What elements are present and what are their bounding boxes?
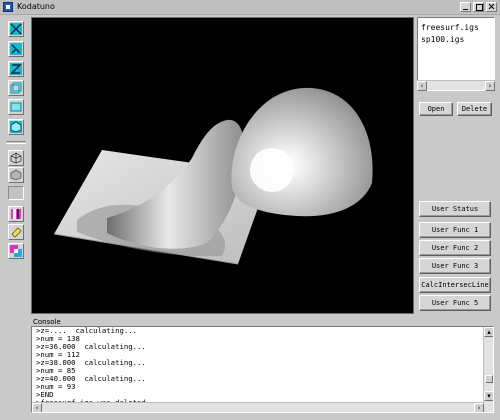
user-func-5-button[interactable]: User Func 5 [419, 295, 491, 311]
user-func-2-button[interactable]: User Func 2 [419, 240, 491, 256]
console-vertical-scrollbar[interactable]: ▴ ▾ [483, 327, 493, 412]
left-toolbar [5, 17, 27, 319]
file-list-item[interactable]: freesurf.igs [421, 23, 479, 32]
wireframe-icon[interactable] [8, 150, 24, 166]
open-button[interactable]: Open [419, 102, 453, 116]
toolbar-divider [6, 141, 26, 144]
shading-icon[interactable] [8, 167, 24, 183]
scroll-left-icon[interactable]: ‹ [417, 81, 427, 91]
surface-model-render [53, 87, 373, 265]
user-func-1-button[interactable]: User Func 1 [419, 222, 491, 238]
scroll-right-icon[interactable]: › [485, 81, 495, 91]
minimize-button[interactable] [460, 2, 471, 12]
scroll-left-icon[interactable]: ‹ [32, 403, 42, 412]
eraser-icon[interactable] [8, 224, 24, 240]
window-title: Kodatuno [17, 2, 55, 11]
title-bar: Kodatuno [0, 0, 500, 15]
maximize-button[interactable] [473, 2, 484, 12]
delete-button[interactable]: Delete [457, 102, 492, 116]
console-label: Console [33, 318, 61, 326]
app-icon [3, 2, 13, 12]
view-side-icon[interactable] [8, 41, 24, 57]
view-front-icon[interactable] [8, 21, 24, 37]
scroll-thumb[interactable] [485, 375, 493, 383]
user-status-button[interactable]: User Status [419, 201, 491, 217]
view-iso-left-icon[interactable] [8, 80, 24, 96]
view-fit-icon[interactable] [8, 119, 24, 135]
3d-viewport[interactable] [31, 17, 414, 314]
console-horizontal-scrollbar[interactable]: ‹ › [32, 402, 484, 412]
view-iso-right-icon[interactable] [8, 99, 24, 115]
calc-intersec-line-button[interactable]: CalcIntersecLine [419, 277, 491, 293]
file-list-horizontal-scrollbar[interactable]: ‹ › [417, 80, 495, 91]
close-button[interactable] [486, 2, 497, 12]
user-func-3-button[interactable]: User Func 3 [419, 258, 491, 274]
console-output[interactable]: >z=.... calculating... >num = 138 >z=36.… [31, 326, 494, 413]
scroll-right-icon[interactable]: › [474, 403, 484, 412]
file-list-item[interactable]: sp100.igs [421, 35, 464, 44]
view-top-icon[interactable] [8, 61, 24, 77]
scroll-down-icon[interactable]: ▾ [484, 391, 493, 401]
select-icon[interactable] [8, 206, 24, 222]
scroll-up-icon[interactable]: ▴ [484, 327, 493, 337]
color-icon[interactable] [8, 243, 24, 259]
toolbar-empty-slot [8, 186, 24, 200]
